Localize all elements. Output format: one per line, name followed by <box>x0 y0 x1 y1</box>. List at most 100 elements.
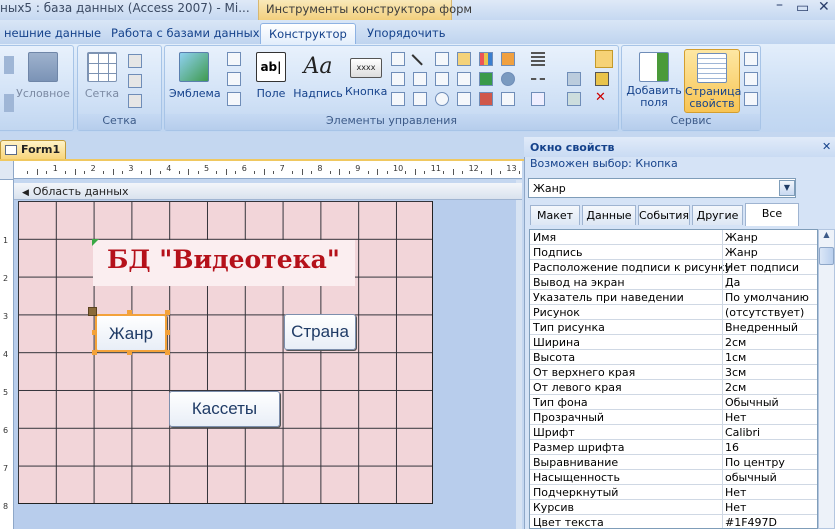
border-style-icon[interactable] <box>128 74 142 88</box>
tab-design[interactable]: Конструктор <box>260 23 356 44</box>
property-value[interactable]: По умолчанию <box>725 291 809 304</box>
tab-data[interactable]: Данные <box>582 205 636 225</box>
tab-control-icon[interactable] <box>457 52 471 66</box>
resize-handle[interactable] <box>127 350 132 355</box>
form-selector[interactable] <box>0 161 14 180</box>
property-value[interactable]: Calibri <box>725 426 760 439</box>
tab-other[interactable]: Другие <box>692 205 743 225</box>
property-value[interactable]: По центру <box>725 456 785 469</box>
subform-new-window-icon[interactable] <box>744 72 758 86</box>
property-scrollbar[interactable]: ▲ <box>818 229 835 529</box>
property-row[interactable]: Указатель при наведении По умолчанию <box>530 290 817 305</box>
property-value[interactable]: Да <box>725 276 740 289</box>
line-icon[interactable] <box>411 48 429 66</box>
tab-format[interactable]: Макет <box>530 205 580 225</box>
property-row[interactable]: Прозрачный Нет <box>530 410 817 425</box>
object-frame-icon[interactable] <box>501 52 515 66</box>
scroll-thumb[interactable] <box>819 247 834 265</box>
property-row[interactable]: Подпись Жанр <box>530 245 817 260</box>
scroll-up-icon[interactable]: ▲ <box>819 230 834 239</box>
cassettes-button[interactable]: Кассеты <box>169 391 280 427</box>
properties-icon[interactable] <box>567 72 581 86</box>
view-code-icon[interactable] <box>744 92 758 106</box>
property-value[interactable]: Нет подписи <box>725 261 799 274</box>
property-row[interactable]: Подчеркнутый Нет <box>530 485 817 500</box>
combo-box-icon[interactable] <box>391 72 405 86</box>
property-value[interactable]: 2см <box>725 381 746 394</box>
emblem-button[interactable]: Эмблема <box>169 52 221 100</box>
close-icon[interactable]: ✕ <box>818 0 830 15</box>
property-row[interactable]: Расположение подписи к рисунку Нет подпис… <box>530 260 817 275</box>
object-selector[interactable]: Жанр <box>528 178 796 198</box>
control-wizard-icon[interactable] <box>567 92 581 106</box>
property-row[interactable]: Цвет текста #1F497D <box>530 515 817 528</box>
property-value[interactable]: 1см <box>725 351 746 364</box>
tab-external-data[interactable]: нешние данные <box>0 23 109 44</box>
grid-button[interactable]: Сетка <box>82 52 122 100</box>
border-color-icon[interactable] <box>128 94 142 108</box>
property-value[interactable]: Жанр <box>725 231 758 244</box>
property-value[interactable]: 16 <box>725 441 739 454</box>
property-row[interactable]: Размер шрифта 16 <box>530 440 817 455</box>
maximize-icon[interactable]: ▭ <box>796 0 809 16</box>
image-icon[interactable] <box>457 92 471 106</box>
property-row[interactable]: Выравнивание По центру <box>530 455 817 470</box>
insert-icon[interactable] <box>501 92 515 106</box>
wizard-icon[interactable] <box>595 72 609 86</box>
property-row[interactable]: Высота 1см <box>530 350 817 365</box>
line-color-icon[interactable] <box>531 92 545 106</box>
property-row[interactable]: Насыщенность обычный <box>530 470 817 485</box>
hyperlink-icon[interactable] <box>501 72 515 86</box>
form1-tab[interactable]: Form1 <box>0 140 66 159</box>
property-value[interactable]: Нет <box>725 486 746 499</box>
list-box-icon[interactable] <box>391 52 405 66</box>
horizontal-ruler[interactable]: 1 2 3 4 5 6 7 8 9 10 11 12 13 <box>0 161 539 179</box>
genre-button[interactable]: Жанр <box>95 314 167 352</box>
property-sheet-button[interactable]: Страница свойств <box>684 49 741 113</box>
property-value[interactable]: Внедренный <box>725 321 798 334</box>
tab-database-tools[interactable]: Работа с базами данных <box>103 23 268 44</box>
attachment-icon[interactable] <box>479 92 493 106</box>
tab-arrange[interactable]: Упорядочить <box>359 23 454 44</box>
property-row[interactable]: Шрифт Calibri <box>530 425 817 440</box>
property-value[interactable]: 2см <box>725 336 746 349</box>
property-row[interactable]: Тип фона Обычный <box>530 395 817 410</box>
form-title-label[interactable]: БД "Видеотека" <box>93 240 355 286</box>
property-row[interactable]: Рисунок (отсутствует) <box>530 305 817 320</box>
property-value[interactable]: (отсутствует) <box>725 306 804 319</box>
property-row[interactable]: Курсив Нет <box>530 500 817 515</box>
add-fields-button[interactable]: Добавить поля <box>626 52 682 109</box>
resize-handle[interactable] <box>165 310 170 315</box>
canvas-scrollbar[interactable] <box>516 180 522 529</box>
activex-icon[interactable]: ✕ <box>595 91 609 106</box>
property-value[interactable]: #1F497D <box>725 516 777 528</box>
tab-events[interactable]: События <box>638 205 690 225</box>
property-value[interactable]: обычный <box>725 471 777 484</box>
page-break-icon[interactable] <box>457 72 471 86</box>
subform-icon[interactable] <box>413 92 427 106</box>
option-group-icon[interactable] <box>391 92 405 106</box>
title-icon[interactable] <box>227 72 241 86</box>
chart-icon[interactable] <box>479 52 493 66</box>
page-number-icon[interactable] <box>227 52 241 66</box>
property-value[interactable]: Нет <box>725 411 746 424</box>
vertical-ruler[interactable]: 1 2 3 4 5 6 7 8 <box>0 180 14 529</box>
line-type-icon[interactable] <box>531 72 545 80</box>
resize-handle[interactable] <box>165 350 170 355</box>
resize-handle[interactable] <box>92 350 97 355</box>
property-value[interactable]: Нет <box>725 501 746 514</box>
country-button[interactable]: Страна <box>284 314 356 350</box>
resize-handle[interactable] <box>127 310 132 315</box>
property-row[interactable]: Вывод на экран Да <box>530 275 817 290</box>
resize-handle[interactable] <box>92 330 97 335</box>
toggle-icon[interactable] <box>435 52 449 66</box>
minimize-icon[interactable]: – <box>776 0 783 13</box>
property-value[interactable]: 3см <box>725 366 746 379</box>
checkbox-icon[interactable] <box>435 72 449 86</box>
property-value[interactable]: Обычный <box>725 396 779 409</box>
property-row[interactable]: Имя Жанр <box>530 230 817 245</box>
chevron-down-icon[interactable] <box>567 52 581 66</box>
rectangle-icon[interactable] <box>413 72 427 86</box>
property-row[interactable]: Тип рисунка Внедренный <box>530 320 817 335</box>
property-value[interactable]: Жанр <box>725 246 758 259</box>
